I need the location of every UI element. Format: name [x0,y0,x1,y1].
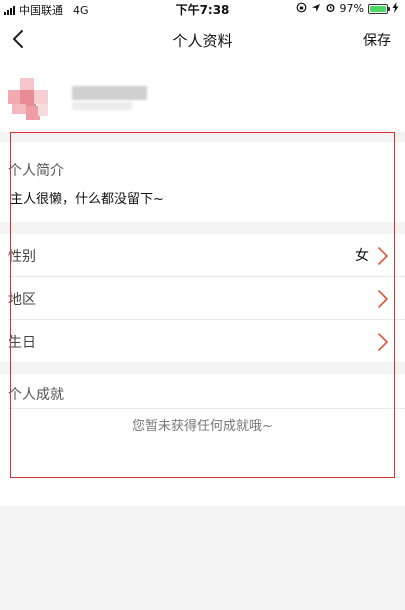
achievements-empty-text: 您暂未获得任何成就哦~ [132,419,273,434]
achievements-divider [8,408,405,409]
bio-text: 主人很懒，什么都没留下~ [10,192,164,207]
nav-bar: 个人资料 保存 [0,18,405,60]
birthday-label: 生日 [8,335,36,351]
gender-label: 性别 [8,249,36,265]
chevron-left-icon [13,30,23,48]
chevron-right-icon [378,333,388,351]
page-title: 个人资料 [172,32,233,50]
battery-fill [370,5,386,12]
bio-section[interactable]: 个人简介 主人很懒，什么都没留下~ [0,142,405,222]
username-blurred [72,86,147,100]
region-label: 地区 [8,292,36,308]
battery-percent: 97% [339,2,364,15]
location-icon [311,3,321,15]
save-button[interactable]: 保存 [363,30,391,50]
birthday-row[interactable]: 生日 [0,320,405,363]
profile-header [0,60,405,132]
avatar[interactable] [8,78,54,124]
chevron-right-icon [378,290,388,308]
status-bar: 中国联通 4G 下午7:38 97% [0,0,405,18]
gender-row[interactable]: 性别 女 [0,234,405,277]
back-button[interactable] [6,25,34,53]
bio-title: 个人简介 [8,163,64,179]
chevron-right-icon [378,247,388,265]
charging-icon [392,2,399,15]
gender-value: 女 [355,248,369,264]
battery-icon [368,3,390,14]
region-row[interactable]: 地区 [0,277,405,320]
alarm-icon [325,2,336,15]
achievements-title: 个人成就 [8,387,64,403]
info-rows: 性别 女 地区 生日 [0,234,405,362]
status-bar-right: 97% [296,2,399,15]
user-subtitle-blurred [72,102,132,110]
achievements-section: 个人成就 您暂未获得任何成就哦~ [0,374,405,506]
lock-rotation-icon [296,2,307,15]
